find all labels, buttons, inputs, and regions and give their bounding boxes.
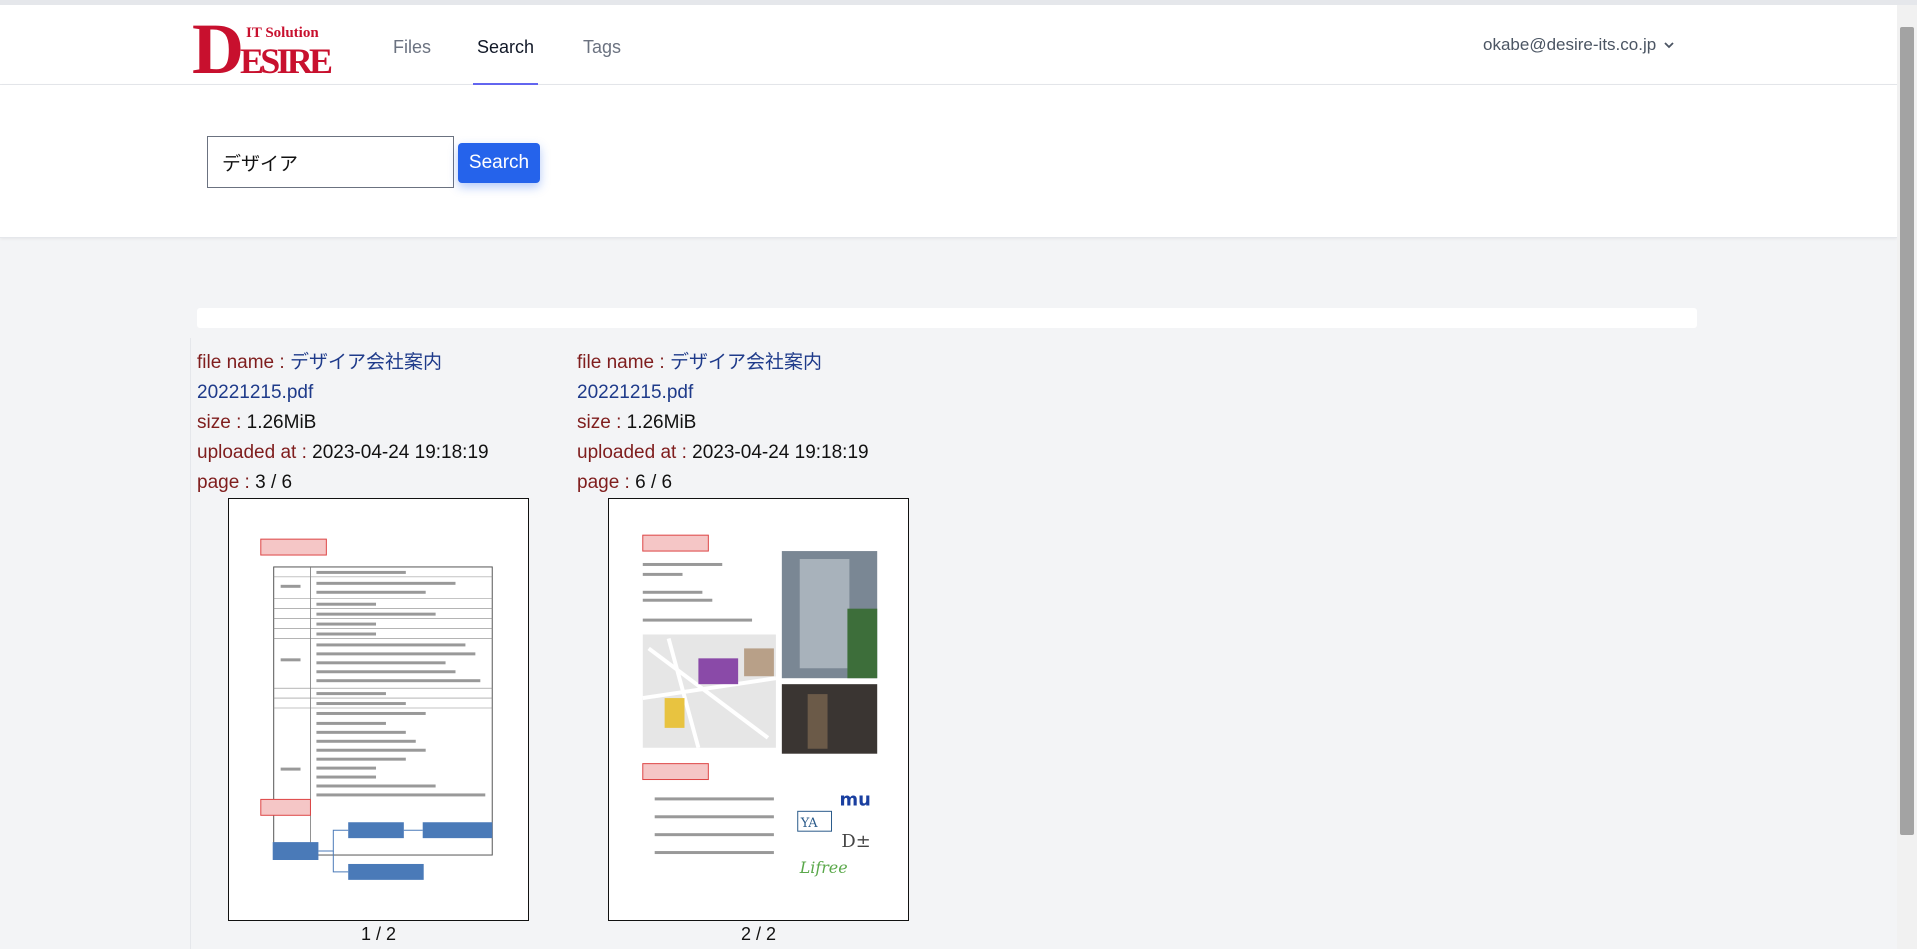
thumbnail-pager: 2 / 2 [740, 924, 777, 944]
logo-subtitle: IT Solution [246, 25, 319, 41]
page-scrollbar[interactable] [1897, 5, 1917, 949]
page-row: page : 3 / 6 [197, 468, 547, 498]
svg-text:Lifree: Lifree [799, 858, 848, 877]
file-name-row: file name : デザイア会社案内 [577, 348, 927, 378]
svg-text:mu: mu [839, 789, 870, 810]
page-thumbnail[interactable]: mu YA D± Lifree [608, 498, 909, 921]
results-area: file name : デザイア会社案内 20221215.pdf size :… [190, 338, 1700, 949]
file-name-label: file name : [197, 352, 285, 373]
file-name-row: file name : デザイア会社案内 [197, 348, 547, 378]
user-menu[interactable]: okabe@desire-its.co.jp [1483, 5, 1676, 85]
size-label: size : [577, 412, 622, 433]
nav-search[interactable]: Search [473, 5, 538, 85]
company-overview-page-image [260, 538, 493, 880]
result-card: file name : デザイア会社案内 20221215.pdf size :… [577, 348, 927, 498]
search-input[interactable] [207, 136, 454, 188]
uploaded-value: 2023-04-24 19:18:19 [692, 442, 869, 463]
uploaded-label: uploaded at : [197, 442, 307, 463]
nav-files[interactable]: Files [393, 5, 431, 85]
page-row: page : 6 / 6 [577, 468, 927, 498]
size-value: 1.26MiB [626, 412, 697, 433]
file-name-link[interactable]: デザイア会社案内 [670, 352, 822, 373]
page-thumbnail[interactable] [228, 498, 529, 921]
thumbnail-pager: 1 / 2 [360, 924, 397, 944]
page-label: page : [577, 472, 630, 493]
logo-graphic: D IT Solution ESIRE [192, 11, 333, 81]
uploaded-value: 2023-04-24 19:18:19 [312, 442, 489, 463]
scrollbar-thumb[interactable] [1900, 27, 1914, 835]
svg-text:YA: YA [800, 816, 819, 831]
file-name-link-continued[interactable]: 20221215.pdf [197, 378, 547, 408]
size-value: 1.26MiB [246, 412, 317, 433]
results-header-bar [197, 308, 1697, 328]
file-name-label: file name : [577, 352, 665, 373]
navbar: D IT Solution ESIRE Files Search Tags ok… [0, 5, 1897, 85]
logo-letter-d: D [192, 11, 244, 81]
page-label: page : [197, 472, 250, 493]
uploaded-row: uploaded at : 2023-04-24 19:18:19 [577, 438, 927, 468]
result-card: file name : デザイア会社案内 20221215.pdf size :… [197, 348, 547, 498]
desire-logo[interactable]: D IT Solution ESIRE [190, 11, 335, 81]
search-button[interactable]: Search [458, 143, 540, 183]
logo-wordmark: ESIRE [240, 41, 333, 81]
chevron-down-icon [1664, 42, 1674, 49]
search-panel: Search [0, 85, 1897, 238]
file-name-link-continued[interactable]: 20221215.pdf [577, 378, 927, 408]
page-value: 3 / 6 [255, 472, 293, 493]
page-value: 6 / 6 [635, 472, 673, 493]
file-name-link[interactable]: デザイア会社案内 [290, 352, 442, 373]
access-page-image: mu YA D± Lifree [642, 534, 878, 877]
uploaded-row: uploaded at : 2023-04-24 19:18:19 [197, 438, 547, 468]
nav-tags[interactable]: Tags [583, 5, 621, 85]
size-row: size : 1.26MiB [197, 408, 547, 438]
user-email: okabe@desire-its.co.jp [1483, 35, 1657, 54]
svg-text:D±: D± [841, 831, 870, 852]
size-row: size : 1.26MiB [577, 408, 927, 438]
size-label: size : [197, 412, 242, 433]
uploaded-label: uploaded at : [577, 442, 687, 463]
